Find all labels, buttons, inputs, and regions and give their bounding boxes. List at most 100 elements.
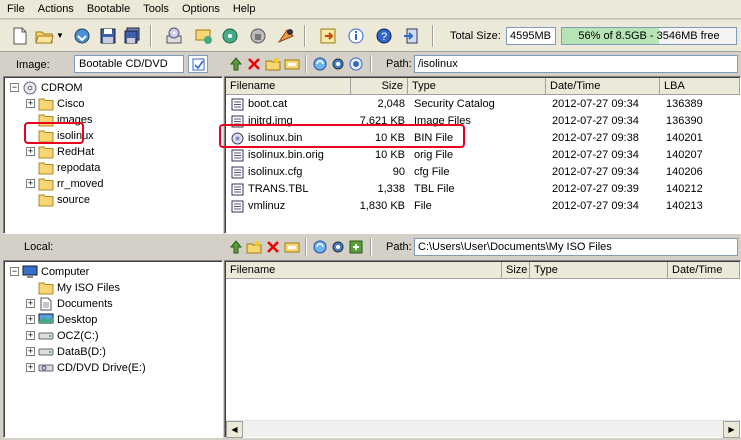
checksum-icon[interactable] xyxy=(276,26,296,46)
image-properties-button[interactable] xyxy=(188,55,208,73)
scroll-right-button[interactable]: ▶ xyxy=(723,421,740,438)
col-header-lba[interactable]: LBA xyxy=(660,78,740,95)
col-header-filename[interactable]: Filename xyxy=(226,78,351,95)
tree-item[interactable]: + RedHat xyxy=(4,144,222,160)
cell-lba: 136389 xyxy=(666,98,703,110)
new-icon[interactable] xyxy=(10,26,30,46)
local-path-field[interactable]: C:\Users\User\Documents\My ISO Files xyxy=(414,238,738,256)
tree-item[interactable]: − CDROM xyxy=(4,80,222,96)
collapse-minus-icon[interactable]: − xyxy=(10,83,19,92)
col-header-filename[interactable]: Filename xyxy=(226,262,502,279)
expand-plus-icon[interactable]: + xyxy=(26,331,35,340)
col-header-size[interactable]: Size xyxy=(351,78,408,95)
tree-item[interactable]: My ISO Files xyxy=(4,280,222,296)
exit-icon[interactable] xyxy=(402,26,422,46)
cell-filename: vmlinuz xyxy=(248,200,286,212)
tree-item[interactable]: + Documents xyxy=(4,296,222,312)
menu-help[interactable]: Help xyxy=(226,0,262,15)
mount-icon[interactable] xyxy=(194,26,214,46)
new-folder-icon[interactable] xyxy=(265,56,281,72)
delete-icon[interactable] xyxy=(246,56,262,72)
menu-options[interactable]: Options xyxy=(175,0,226,15)
tree-item[interactable]: + CD/DVD Drive(E:) xyxy=(4,360,222,376)
table-row[interactable]: isolinux.bin.orig 10 KB orig File 2012-07-2… xyxy=(226,147,740,164)
tree-item[interactable]: source xyxy=(4,192,222,208)
view-icon[interactable] xyxy=(348,56,364,72)
tree-item[interactable]: + DataB(D:) xyxy=(4,344,222,360)
rename-icon[interactable] xyxy=(284,239,300,255)
capacity-bar: 56% of 8.5GB - 3546MB free xyxy=(561,27,737,45)
col-header-size[interactable]: Size xyxy=(502,262,530,279)
cell-type: Security Catalog xyxy=(414,98,495,110)
dropdown-arrow-icon[interactable]: ▼ xyxy=(56,31,64,40)
cell-datetime: 2012-07-27 09:34 xyxy=(552,166,639,178)
table-row[interactable]: boot.cat 2,048 Security Catalog 2012-07-27 … xyxy=(226,96,740,113)
col-header-datetime[interactable]: Date/Time xyxy=(546,78,660,95)
burn-icon[interactable] xyxy=(164,26,184,46)
expand-plus-icon[interactable]: + xyxy=(26,347,35,356)
col-header-datetime[interactable]: Date/Time xyxy=(668,262,740,279)
up-folder-icon[interactable] xyxy=(228,239,244,255)
protect-icon[interactable] xyxy=(248,26,268,46)
compress-icon[interactable] xyxy=(220,26,240,46)
file-icon xyxy=(231,200,244,213)
cell-filename: boot.cat xyxy=(248,98,288,110)
menu-bootable[interactable]: Bootable xyxy=(80,0,136,15)
properties-gear-icon[interactable] xyxy=(330,56,346,72)
properties-gear-icon[interactable] xyxy=(330,239,346,255)
expand-plus-icon[interactable]: + xyxy=(26,299,35,308)
expand-plus-icon[interactable]: + xyxy=(26,315,35,324)
col-header-type[interactable]: Type xyxy=(408,78,546,95)
expand-plus-icon[interactable]: + xyxy=(26,147,35,156)
table-row[interactable]: isolinux.cfg 90 cfg File 2012-07-27 09:34 14… xyxy=(226,164,740,181)
file-icon xyxy=(231,98,244,111)
col-header-type[interactable]: Type xyxy=(530,262,668,279)
file-icon xyxy=(231,183,244,196)
settings-icon[interactable] xyxy=(318,26,338,46)
open-icon[interactable] xyxy=(34,26,54,46)
table-row[interactable]: TRANS.TBL 1,338 TBL File 2012-07-27 09:39 14… xyxy=(226,181,740,198)
check-icon xyxy=(192,58,205,71)
extract-icon[interactable] xyxy=(72,26,92,46)
new-folder-icon[interactable] xyxy=(246,239,262,255)
tree-item[interactable]: repodata xyxy=(4,160,222,176)
toolbar-separator xyxy=(150,25,152,47)
tree-item[interactable]: − Computer xyxy=(4,264,222,280)
tree-item[interactable]: + OCZ(C:) xyxy=(4,328,222,344)
delete-icon[interactable] xyxy=(265,239,281,255)
tree-item[interactable]: + Desktop xyxy=(4,312,222,328)
image-type-field[interactable]: Bootable CD/DVD xyxy=(74,55,184,73)
menu-tools[interactable]: Tools xyxy=(136,0,175,15)
menu-file[interactable]: File xyxy=(0,0,31,15)
table-row[interactable]: vmlinuz 1,830 KB File 2012-07-27 09:34 14021… xyxy=(226,198,740,215)
help-icon[interactable]: ? xyxy=(374,26,394,46)
iso-tree-panel: − CDROM + Cisco images isolinux + RedHat repodat… xyxy=(3,76,223,234)
tree-item-label: My ISO Files xyxy=(57,282,120,294)
toolbar-separator xyxy=(305,238,307,256)
expand-plus-icon[interactable]: + xyxy=(26,179,35,188)
cell-type: cfg File xyxy=(414,166,450,178)
scroll-left-button[interactable]: ◀ xyxy=(226,421,243,438)
add-to-iso-icon[interactable] xyxy=(348,239,364,255)
up-folder-icon[interactable] xyxy=(228,56,244,72)
collapse-minus-icon[interactable]: − xyxy=(10,267,19,276)
menu-bar: File Actions Bootable Tools Options Help xyxy=(0,0,741,19)
save-as-icon[interactable] xyxy=(122,26,142,46)
info-icon[interactable] xyxy=(346,26,366,46)
folder-icon xyxy=(38,162,54,175)
refresh-icon[interactable] xyxy=(312,56,328,72)
horizontal-scrollbar[interactable]: ◀ ▶ xyxy=(226,420,740,438)
folder-icon xyxy=(38,282,54,295)
expand-plus-icon[interactable]: + xyxy=(26,363,35,372)
tree-item[interactable]: + Cisco xyxy=(4,96,222,112)
refresh-icon[interactable] xyxy=(312,239,328,255)
menu-actions[interactable]: Actions xyxy=(31,0,80,15)
rename-icon[interactable] xyxy=(284,56,300,72)
cell-filename: TRANS.TBL xyxy=(248,183,309,195)
iso-path-field[interactable]: /isolinux xyxy=(414,55,738,73)
save-icon[interactable] xyxy=(98,26,118,46)
tree-item[interactable]: + rr_moved xyxy=(4,176,222,192)
cell-lba: 136390 xyxy=(666,115,703,127)
expand-plus-icon[interactable]: + xyxy=(26,99,35,108)
highlight-isolinux-bin xyxy=(219,124,465,148)
